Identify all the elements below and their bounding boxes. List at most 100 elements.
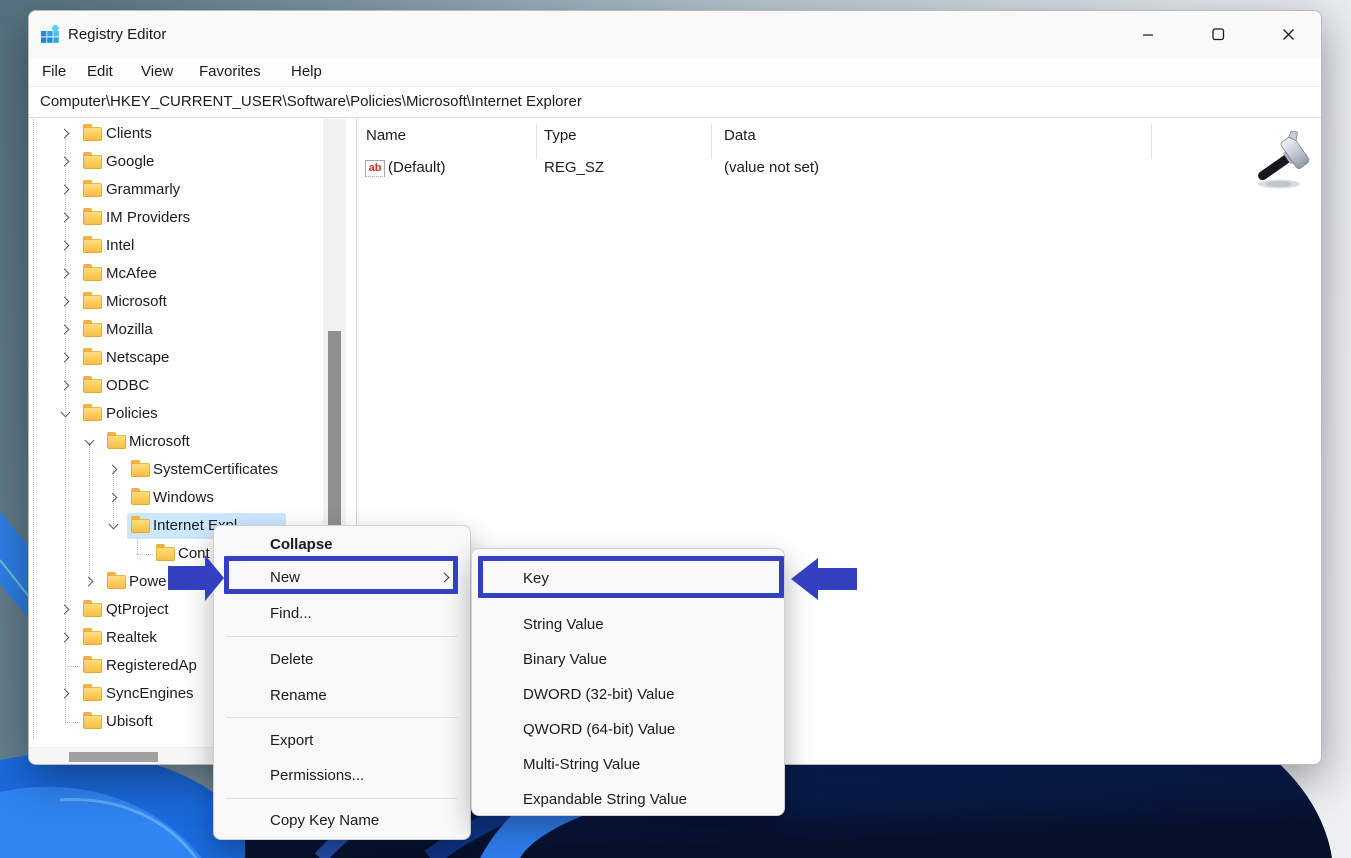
submenu-item-string-value[interactable]: String Value (523, 607, 604, 642)
tree-row[interactable]: Clients (29, 120, 321, 148)
tree-item-label: Intel (106, 232, 134, 260)
folder-icon (83, 631, 102, 645)
chevron-right-icon[interactable] (61, 157, 71, 167)
scrollbar-thumb[interactable] (328, 331, 341, 526)
menu-separator (226, 636, 458, 637)
chevron-right-icon[interactable] (61, 297, 71, 307)
tree-row[interactable]: Microsoft (29, 288, 321, 316)
chevron-right-icon[interactable] (61, 689, 71, 699)
folder-icon (83, 407, 102, 421)
menu-favorites[interactable]: Favorites (197, 58, 263, 86)
submenu-item-multi-string-value[interactable]: Multi-String Value (523, 747, 640, 782)
folder-icon (83, 687, 102, 701)
folder-icon (83, 351, 102, 365)
tree-item-label: Ubisoft (106, 708, 153, 736)
tree-row[interactable]: Grammarly (29, 176, 321, 204)
menu-file[interactable]: File (40, 58, 68, 86)
tree-row[interactable]: McAfee (29, 260, 321, 288)
chevron-right-icon[interactable] (109, 465, 119, 475)
menu-view[interactable]: View (139, 58, 175, 86)
tree-item-label: Powe (129, 568, 167, 596)
chevron-right-icon[interactable] (61, 353, 71, 363)
menu-separator (226, 717, 458, 718)
highlight-box-new (224, 556, 458, 594)
tree-row[interactable]: Windows (29, 484, 321, 512)
tree-item-label: SyncEngines (106, 680, 194, 708)
tree-item-label: Windows (153, 484, 214, 512)
menu-item-delete[interactable]: Delete (270, 642, 313, 678)
tree-item-label: Google (106, 148, 154, 176)
chevron-right-icon[interactable] (61, 381, 71, 391)
value-data: (value not set) (724, 153, 819, 183)
submenu-item-qword-value[interactable]: QWORD (64-bit) Value (523, 712, 675, 747)
folder-icon (107, 575, 126, 589)
close-button[interactable] (1265, 18, 1311, 51)
scrollbar-thumb[interactable] (69, 752, 158, 762)
tree-row[interactable]: Policies (29, 400, 321, 428)
menu-item-copy-key-name[interactable]: Copy Key Name (270, 803, 379, 839)
tree-row[interactable]: IM Providers (29, 204, 321, 232)
submenu-item-binary-value[interactable]: Binary Value (523, 642, 607, 677)
value-type: REG_SZ (544, 153, 604, 183)
tree-row[interactable]: Intel (29, 232, 321, 260)
tree-row[interactable]: Microsoft (29, 428, 321, 456)
chevron-right-icon[interactable] (61, 269, 71, 279)
chevron-right-icon[interactable] (109, 493, 119, 503)
registry-path: Computer\HKEY_CURRENT_USER\Software\Poli… (40, 87, 582, 117)
tree-item-label: Netscape (106, 344, 169, 372)
menu-bar: File Edit View Favorites Help (29, 58, 1321, 86)
submenu-item-dword-value[interactable]: DWORD (32-bit) Value (523, 677, 674, 712)
menu-item-export[interactable]: Export (270, 723, 313, 759)
title-bar[interactable]: Registry Editor (29, 11, 1321, 58)
column-header-name[interactable]: Name (366, 121, 406, 151)
folder-icon (83, 127, 102, 141)
chevron-down-icon[interactable] (61, 409, 71, 419)
chevron-down-icon[interactable] (109, 521, 119, 531)
folder-icon (83, 379, 102, 393)
tree-row[interactable]: Google (29, 148, 321, 176)
tree-item-label: IM Providers (106, 204, 190, 232)
chevron-right-icon[interactable] (61, 129, 71, 139)
tree-row[interactable]: ODBC (29, 372, 321, 400)
tree-item-label: Policies (106, 400, 158, 428)
folder-icon (83, 323, 102, 337)
chevron-right-icon[interactable] (85, 577, 95, 587)
chevron-right-icon[interactable] (61, 241, 71, 251)
menu-item-find[interactable]: Find... (270, 596, 312, 632)
folder-icon (83, 211, 102, 225)
chevron-right-icon[interactable] (61, 605, 71, 615)
column-divider[interactable] (711, 123, 712, 159)
column-divider[interactable] (536, 123, 537, 159)
menu-help[interactable]: Help (289, 58, 324, 86)
menu-edit[interactable]: Edit (85, 58, 115, 86)
registry-editor-icon (41, 25, 60, 44)
value-name[interactable]: (Default) (388, 153, 446, 183)
window-title: Registry Editor (68, 11, 166, 58)
tree-item-label: Microsoft (106, 288, 167, 316)
chevron-right-icon[interactable] (61, 325, 71, 335)
folder-icon (131, 491, 150, 505)
address-bar[interactable]: Computer\HKEY_CURRENT_USER\Software\Poli… (29, 86, 1321, 118)
menu-item-permissions[interactable]: Permissions... (270, 758, 364, 794)
menu-item-rename[interactable]: Rename (270, 678, 327, 714)
chevron-right-icon[interactable] (61, 185, 71, 195)
folder-icon (83, 183, 102, 197)
column-header-data[interactable]: Data (724, 121, 756, 151)
tree-row[interactable]: SystemCertificates (29, 456, 321, 484)
folder-icon (83, 239, 102, 253)
minimize-button[interactable] (1125, 18, 1171, 51)
submenu-item-expandable-string-value[interactable]: Expandable String Value (523, 782, 687, 817)
tree-row[interactable]: Netscape (29, 344, 321, 372)
menu-separator (226, 798, 458, 799)
column-header-type[interactable]: Type (544, 121, 577, 151)
tree-item-label: RegisteredAp (106, 652, 197, 680)
column-divider[interactable] (1151, 123, 1152, 159)
chevron-down-icon[interactable] (85, 437, 95, 447)
chevron-right-icon[interactable] (61, 213, 71, 223)
tree-row[interactable]: Mozilla (29, 316, 321, 344)
maximize-button[interactable] (1195, 18, 1241, 51)
chevron-right-icon[interactable] (61, 633, 71, 643)
highlight-box-key (478, 556, 784, 598)
tree-item-label: Mozilla (106, 316, 153, 344)
hammer-cursor-icon (1249, 131, 1313, 195)
